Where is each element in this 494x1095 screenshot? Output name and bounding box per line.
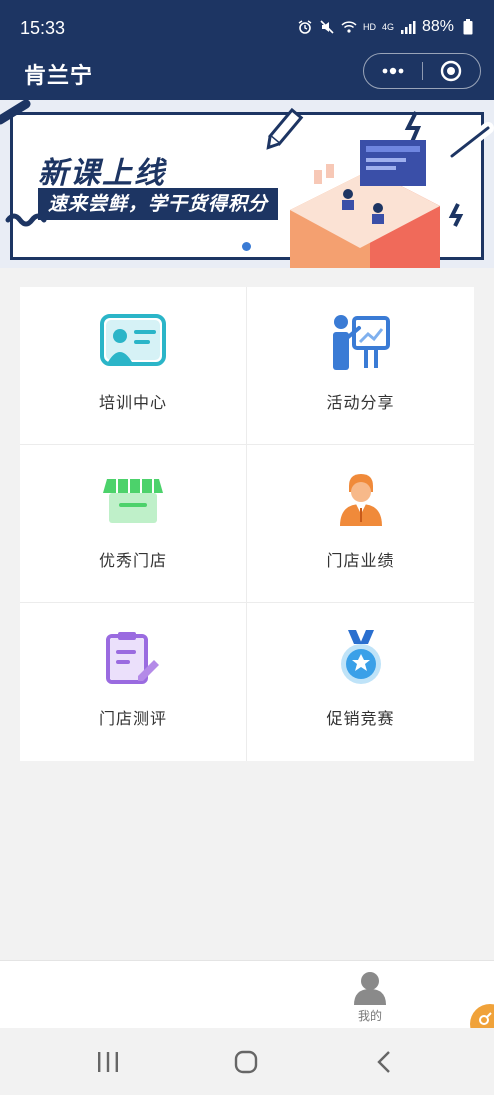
recent-apps-button[interactable]	[88, 1046, 128, 1078]
system-navigation-bar	[0, 1028, 494, 1095]
back-button[interactable]	[364, 1046, 404, 1078]
status-icons: HD 4G 88%	[297, 18, 476, 36]
banner-subtitle: 速来尝鲜，学干货得积分	[38, 188, 279, 220]
feature-grid: 培训中心 活动分享 优秀门店 门店业绩 门店测评 促销竞赛	[20, 287, 474, 761]
recent-apps-icon	[98, 1052, 118, 1072]
target-close-icon	[441, 60, 462, 82]
header-bar: 15:33 HD 4G 88% 肯兰宁	[0, 0, 494, 100]
brand-logo: 肯兰宁	[24, 64, 94, 89]
wifi-icon	[341, 19, 357, 35]
status-time: 15:33	[20, 18, 66, 38]
hd-label: HD	[362, 22, 376, 32]
bottom-tab-bar: 我的	[0, 960, 494, 1028]
menu-item-label: 促销竞赛	[326, 709, 395, 728]
menu-item-label: 培训中心	[98, 393, 167, 412]
menu-item-promotion-contest[interactable]: 促销竞赛	[247, 603, 474, 761]
menu-item-activity-share[interactable]: 活动分享	[247, 287, 474, 445]
isometric-classroom-illustration	[290, 140, 440, 268]
tab-me-label: 我的	[357, 1009, 382, 1023]
back-chevron-icon	[377, 1051, 390, 1073]
home-icon	[234, 1050, 258, 1074]
training-board-icon	[97, 309, 169, 375]
more-dots-icon	[382, 67, 404, 75]
presentation-icon	[325, 309, 397, 375]
close-miniapp-button[interactable]	[422, 53, 480, 89]
battery-percent: 88%	[421, 18, 454, 35]
more-button[interactable]	[364, 53, 422, 89]
clipboard-edit-icon	[97, 625, 169, 691]
tab-me[interactable]: 我的	[340, 969, 400, 1025]
network-label: 4G	[381, 22, 394, 32]
medal-icon	[325, 625, 397, 691]
status-bar: 15:33 HD 4G 88%	[0, 0, 494, 50]
alarm-icon	[297, 19, 313, 35]
menu-item-label: 活动分享	[326, 393, 395, 412]
user-profile-icon	[354, 972, 386, 1005]
menu-item-label: 门店业绩	[326, 551, 395, 570]
link-icon	[479, 1012, 492, 1025]
menu-item-label: 门店测评	[98, 709, 167, 728]
menu-item-excellent-stores[interactable]: 优秀门店	[20, 445, 247, 603]
manager-avatar-icon	[325, 467, 397, 533]
menu-item-label: 优秀门店	[98, 551, 167, 570]
battery-icon	[460, 19, 476, 35]
miniapp-capsule	[363, 53, 481, 89]
banner-pagination-dot[interactable]	[242, 242, 251, 251]
mute-icon	[319, 19, 335, 35]
menu-item-store-evaluation[interactable]: 门店测评	[20, 603, 247, 761]
storefront-icon	[97, 467, 169, 533]
signal-icon	[400, 19, 416, 35]
banner-title: 新课上线	[38, 156, 166, 191]
home-button[interactable]	[226, 1046, 266, 1078]
menu-item-store-performance[interactable]: 门店业绩	[247, 445, 474, 603]
menu-item-training-center[interactable]: 培训中心	[20, 287, 247, 445]
